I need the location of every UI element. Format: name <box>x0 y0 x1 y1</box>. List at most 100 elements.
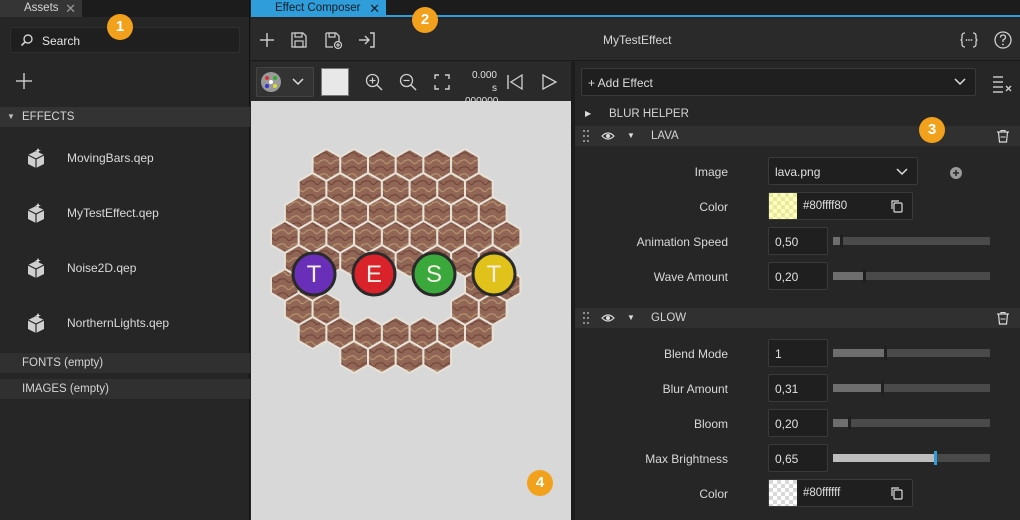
tab-effect-composer-label: Effect Composer <box>275 2 361 14</box>
slider-handle[interactable] <box>884 346 887 360</box>
asset-item-movingbars[interactable]: MovingBars.qep <box>0 143 250 173</box>
add-image-icon[interactable] <box>949 166 963 180</box>
glow-color-field[interactable]: #80ffffff <box>768 479 913 507</box>
group-lava[interactable]: ▼ LAVA <box>575 126 1020 146</box>
asset-item-northernlights[interactable]: NorthernLights.qep <box>0 308 250 338</box>
preview-hex-tile <box>464 315 494 351</box>
chevron-down-icon <box>953 76 967 88</box>
assign-to-component-icon[interactable] <box>357 30 377 50</box>
image-label: Image <box>694 165 728 179</box>
zoom-in-icon[interactable] <box>364 72 384 92</box>
section-effects[interactable]: ▼ EFFECTS <box>0 107 250 127</box>
zoom-out-icon[interactable] <box>398 72 418 92</box>
search-placeholder: Search <box>42 34 81 48</box>
preview-letter: S <box>426 261 442 288</box>
drag-handle-icon[interactable] <box>583 312 589 324</box>
clear-effects-icon[interactable] <box>991 72 1013 94</box>
blur-amount-label: Blur Amount <box>662 382 728 396</box>
preview-hex-tile <box>367 339 397 375</box>
add-asset-button[interactable] <box>14 71 34 91</box>
glow-color-swatch[interactable] <box>769 480 797 506</box>
close-icon[interactable]: ✕ <box>65 0 76 17</box>
callout-badge: 4 <box>527 470 553 496</box>
glow-color-label: Color <box>699 487 728 501</box>
slider-handle[interactable] <box>863 269 866 283</box>
max-brightness-input[interactable]: 0,65 <box>768 444 828 472</box>
animation-speed-input[interactable]: 0,50 <box>768 227 828 255</box>
slider-handle[interactable] <box>840 234 843 248</box>
save-icon[interactable] <box>289 30 309 50</box>
help-icon[interactable] <box>993 30 1013 50</box>
bloom-slider[interactable] <box>833 416 990 430</box>
asset-name: MovingBars.qep <box>67 151 154 165</box>
expand-triangle-icon[interactable]: ▶ <box>585 104 591 124</box>
copy-color-icon[interactable] <box>890 486 904 500</box>
eye-icon[interactable] <box>601 312 615 324</box>
composer-toolbar: MyTestEffect <box>251 19 1020 61</box>
fit-to-view-icon[interactable] <box>432 72 452 92</box>
collapse-triangle-icon[interactable]: ▼ <box>627 126 635 146</box>
blur-amount-input[interactable]: 0,31 <box>768 374 828 402</box>
tab-effect-composer[interactable]: Effect Composer ✕ <box>251 0 386 17</box>
new-effect-button[interactable] <box>257 30 277 50</box>
tab-assets[interactable]: Assets ✕ <box>0 0 82 17</box>
section-images[interactable]: IMAGES (empty) <box>0 379 250 399</box>
asset-item-mytesteffect[interactable]: MyTestEffect.qep <box>0 198 250 228</box>
animation-speed-value: 0,50 <box>775 235 799 249</box>
search-icon <box>20 33 34 47</box>
animation-speed-label: Animation Speed <box>636 235 728 249</box>
slider-fill <box>833 349 885 357</box>
background-color-swatch[interactable] <box>321 68 349 96</box>
preview-letter: T <box>487 261 502 288</box>
close-icon[interactable]: ✕ <box>369 0 380 17</box>
collapse-triangle-icon[interactable]: ▼ <box>627 308 635 328</box>
wave-amount-slider[interactable] <box>833 269 990 283</box>
copy-color-icon[interactable] <box>890 199 904 213</box>
group-glow[interactable]: ▼ GLOW <box>575 308 1020 328</box>
group-blur-helper[interactable]: ▶ BLUR HELPER <box>575 104 1020 124</box>
animation-speed-slider[interactable] <box>833 234 990 248</box>
blend-mode-slider[interactable] <box>833 346 990 360</box>
lava-image-select[interactable]: lava.png <box>768 157 918 185</box>
slider-handle[interactable] <box>881 381 884 395</box>
lava-color-swatch[interactable] <box>769 193 797 219</box>
lava-color-hex: #80ffff80 <box>803 200 848 212</box>
blur-amount-slider[interactable] <box>833 381 990 395</box>
asset-item-noise2d[interactable]: Noise2D.qep <box>0 253 250 283</box>
effect-composer-panel: Effect Composer ✕ MyTestEffect 0.000 s T… <box>251 0 1020 520</box>
trash-icon[interactable] <box>996 311 1010 325</box>
collapse-triangle-icon[interactable]: ▼ <box>7 107 15 127</box>
bloom-input[interactable]: 0,20 <box>768 409 828 437</box>
max-brightness-slider[interactable] <box>833 451 990 465</box>
glow-color-hex: #80ffffff <box>803 487 841 499</box>
preview-hex-tile <box>422 339 453 375</box>
effect-preview[interactable]: TEST <box>251 101 571 520</box>
section-fonts[interactable]: FONTS (empty) <box>0 353 250 373</box>
slider-handle[interactable] <box>848 416 851 430</box>
time-seconds: 0.000 s <box>471 70 497 94</box>
blend-mode-value: 1 <box>775 347 782 361</box>
lava-color-field[interactable]: #80ffff80 <box>768 192 913 220</box>
blend-mode-input[interactable]: 1 <box>768 339 828 367</box>
add-effect-label: + Add Effect <box>588 76 653 90</box>
trash-icon[interactable] <box>996 129 1010 143</box>
wave-amount-input[interactable]: 0,20 <box>768 262 828 290</box>
add-effect-dropdown[interactable]: + Add Effect <box>581 68 976 96</box>
preview-hex-tile <box>394 339 425 375</box>
play-icon[interactable] <box>539 72 559 92</box>
restart-icon[interactable] <box>505 72 525 92</box>
assets-panel: Assets ✕ Search ▼ EFFECTS MovingBars.qep… <box>0 0 250 520</box>
eye-icon[interactable] <box>601 130 615 142</box>
callout-badge: 1 <box>107 14 133 40</box>
preview-source-selector[interactable] <box>256 67 314 97</box>
chevron-down-icon <box>895 166 909 178</box>
preview-toolbar: 0.000 s 000000 <box>251 62 571 107</box>
slider-handle[interactable] <box>934 451 937 465</box>
drag-handle-icon[interactable] <box>583 130 589 142</box>
asset-name: NorthernLights.qep <box>67 316 170 330</box>
composer-title: MyTestEffect <box>603 33 672 47</box>
group-name: GLOW <box>651 312 687 324</box>
slider-fill <box>833 272 864 280</box>
code-editor-icon[interactable] <box>959 30 979 50</box>
save-as-icon[interactable] <box>323 30 343 50</box>
